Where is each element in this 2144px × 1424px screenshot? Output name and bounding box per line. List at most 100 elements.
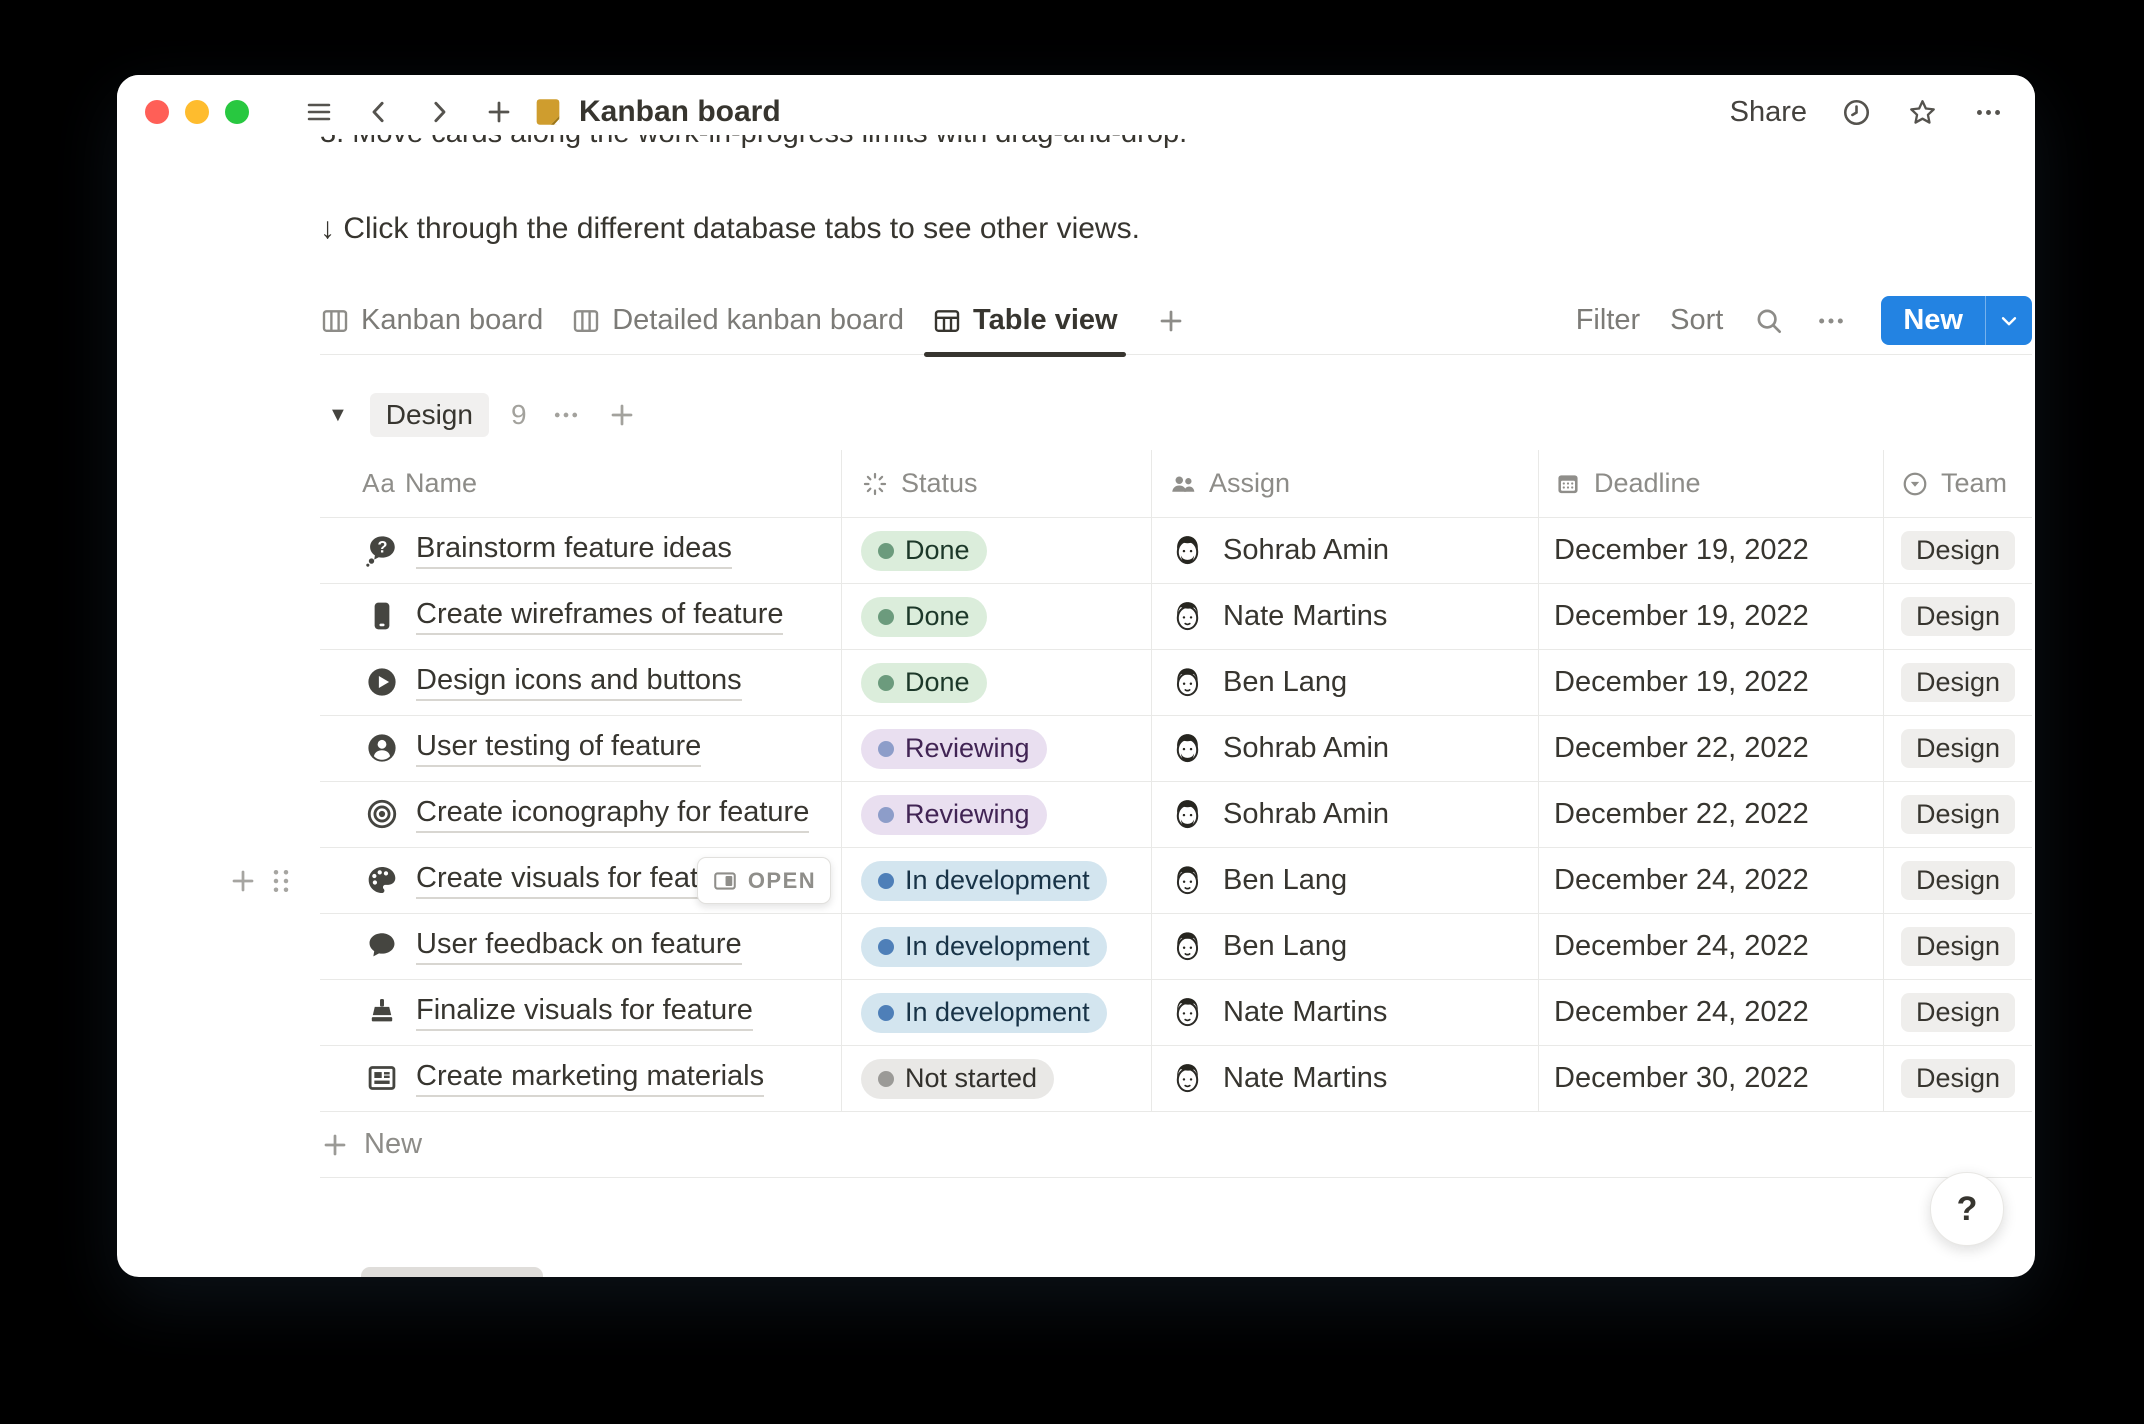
table-row: Create wireframes of feature Done Nate M… [320,584,2032,650]
column-header-assign[interactable]: Assign [1151,468,1538,499]
more-options-icon[interactable] [1971,95,2005,129]
zoom-button[interactable] [225,100,249,124]
status-pill[interactable]: In development [861,860,1107,901]
column-label: Status [901,468,978,498]
breadcrumb[interactable]: Kanban board [531,95,781,129]
task-name-cell[interactable]: Finalize visuals for feature [320,980,841,1045]
new-row-button[interactable]: New [320,1112,2032,1178]
collapse-triangle-icon[interactable]: ▼ [328,404,348,427]
select-icon [1901,470,1929,498]
status-pill[interactable]: Done [861,530,987,571]
status-cell[interactable]: Not started [841,1046,1151,1111]
new-button[interactable]: New [1881,296,1985,345]
task-name-cell[interactable]: Create wireframes of feature [320,584,841,649]
status-cell[interactable]: In development [841,848,1151,913]
status-cell[interactable]: Done [841,650,1151,715]
add-row-handle-icon[interactable] [228,866,258,896]
filter-button[interactable]: Filter [1576,304,1640,337]
assign-cell[interactable]: Sohrab Amin [1151,782,1538,847]
status-pill[interactable]: Reviewing [861,728,1047,769]
deadline-cell[interactable]: December 22, 2022 [1538,716,1883,781]
deadline-cell[interactable]: December 22, 2022 [1538,782,1883,847]
new-page-icon[interactable] [481,94,517,130]
column-header-status[interactable]: Status [841,468,1151,499]
task-name-cell[interactable]: User feedback on feature [320,914,841,979]
close-button[interactable] [145,100,169,124]
status-cell[interactable]: In development [841,980,1151,1045]
sidebar-menu-icon[interactable] [301,94,337,130]
deadline-cell[interactable]: December 24, 2022 [1538,980,1883,1045]
assign-cell[interactable]: Nate Martins [1151,1046,1538,1111]
assign-cell[interactable]: Nate Martins [1151,980,1538,1045]
status-dot-icon [878,1070,894,1087]
deadline-cell[interactable]: December 19, 2022 [1538,650,1883,715]
table-row: Create visuals for feature In developmen… [232,848,2032,914]
team-cell[interactable]: Design [1883,848,2032,913]
status-pill[interactable]: In development [861,992,1107,1033]
team-cell[interactable]: Design [1883,914,2032,979]
assign-cell[interactable]: Ben Lang [1151,650,1538,715]
back-icon[interactable] [361,94,397,130]
deadline-cell[interactable]: December 19, 2022 [1538,584,1883,649]
team-cell[interactable]: Design [1883,980,2032,1045]
sort-button[interactable]: Sort [1670,304,1723,337]
status-pill[interactable]: Reviewing [861,794,1047,835]
open-button[interactable]: OPEN [697,857,831,904]
view-more-icon[interactable] [1815,305,1847,337]
assign-cell[interactable]: Sohrab Amin [1151,518,1538,583]
minimize-button[interactable] [185,100,209,124]
group-add-icon[interactable] [605,398,639,432]
task-name-cell[interactable]: User testing of feature [320,716,841,781]
status-pill[interactable]: Done [861,662,987,703]
status-cell[interactable]: Done [841,518,1151,583]
task-name: Brainstorm feature ideas [416,532,732,569]
task-name-cell[interactable]: Create iconography for feature [320,782,841,847]
forward-icon[interactable] [421,94,457,130]
tab-detailed-kanban-board[interactable]: Detailed kanban board [557,287,918,354]
drag-handle-icon[interactable] [266,866,296,896]
assign-cell[interactable]: Ben Lang [1151,848,1538,913]
task-name-cell[interactable]: Design icons and buttons [320,650,841,715]
status-pill[interactable]: In development [861,926,1107,967]
team-cell[interactable]: Design [1883,1046,2032,1111]
assign-cell[interactable]: Sohrab Amin [1151,716,1538,781]
deadline-cell[interactable]: December 24, 2022 [1538,848,1883,913]
task-name-cell[interactable]: Create marketing materials [320,1046,841,1111]
deadline-value: December 19, 2022 [1554,666,1809,698]
avatar [1169,994,1206,1031]
assignee-name: Nate Martins [1223,1062,1388,1094]
column-header-team[interactable]: Team [1883,468,2032,499]
status-pill[interactable]: Not started [861,1058,1055,1099]
status-pill[interactable]: Done [861,596,987,637]
share-button[interactable]: Share [1730,96,1807,129]
team-cell[interactable]: Design [1883,782,2032,847]
favorite-star-icon[interactable] [1905,95,1939,129]
status-cell[interactable]: Reviewing [841,782,1151,847]
board-icon [320,306,350,336]
add-view-icon[interactable] [1142,287,1200,354]
tab-kanban-board[interactable]: Kanban board [306,287,557,354]
group-name-pill[interactable]: Design [369,393,489,437]
status-cell[interactable]: Reviewing [841,716,1151,781]
team-cell[interactable]: Design [1883,650,2032,715]
status-cell[interactable]: Done [841,584,1151,649]
search-icon[interactable] [1753,305,1785,337]
group-more-icon[interactable] [549,398,583,432]
help-button[interactable]: ? [1930,1172,2004,1246]
status-cell[interactable]: In development [841,914,1151,979]
deadline-cell[interactable]: December 30, 2022 [1538,1046,1883,1111]
updates-clock-icon[interactable] [1839,95,1873,129]
deadline-cell[interactable]: December 24, 2022 [1538,914,1883,979]
column-header-deadline[interactable]: Deadline [1538,468,1883,499]
tab-table-view[interactable]: Table view [918,287,1132,357]
deadline-cell[interactable]: December 19, 2022 [1538,518,1883,583]
assign-cell[interactable]: Ben Lang [1151,914,1538,979]
titlebar: Kanban board Share [117,75,2035,135]
column-header-name[interactable]: Aa Name [320,468,841,499]
team-cell[interactable]: Design [1883,584,2032,649]
new-dropdown-chevron-icon[interactable] [1986,296,2032,345]
task-name-cell[interactable]: ? Brainstorm feature ideas [320,518,841,583]
team-cell[interactable]: Design [1883,716,2032,781]
team-cell[interactable]: Design [1883,518,2032,583]
assign-cell[interactable]: Nate Martins [1151,584,1538,649]
